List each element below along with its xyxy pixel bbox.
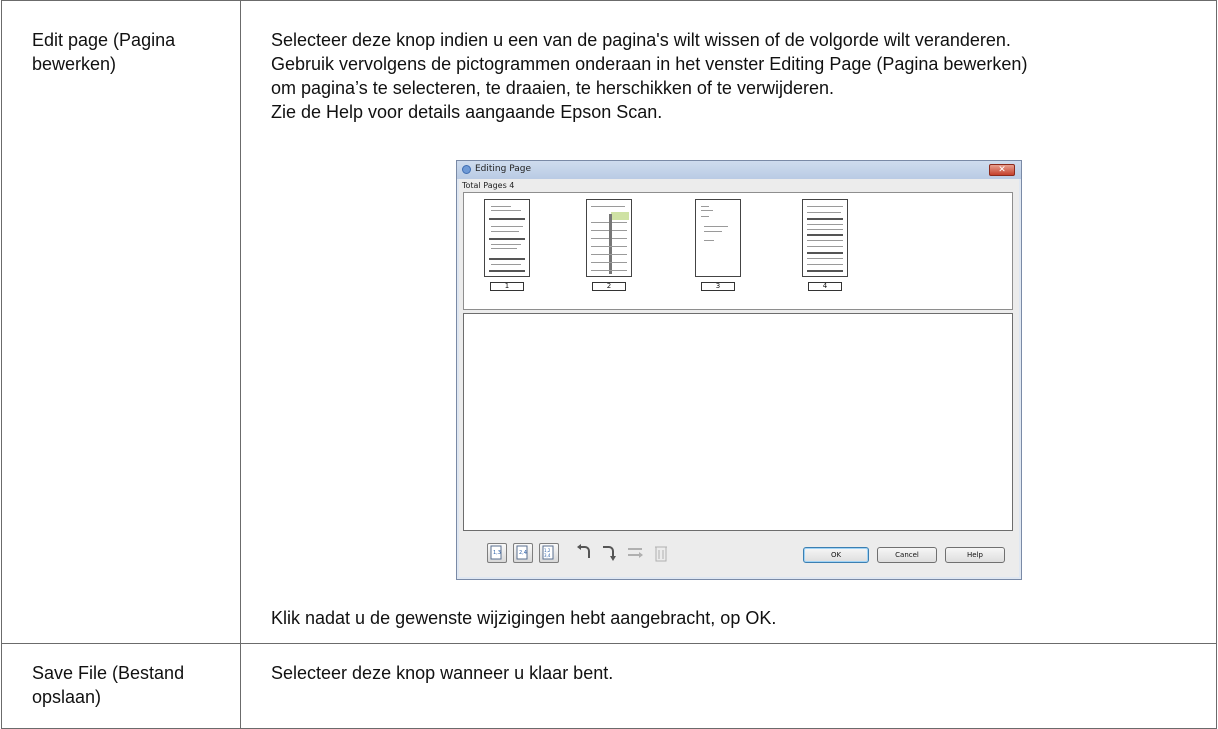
close-icon[interactable]: ✕ xyxy=(989,164,1015,176)
editing-page-dialog: Editing Page ✕ Total Pages 4 1 2 3 4 1,3… xyxy=(456,160,1022,580)
page-thumbnail[interactable]: 4 xyxy=(802,199,848,291)
svg-text:3,4: 3,4 xyxy=(544,553,551,558)
term-line: bewerken) xyxy=(32,54,117,74)
description-cell: Selecteer deze knop wanneer u klaar bent… xyxy=(240,643,1217,729)
description-line: Zie de Help voor details aangaande Epson… xyxy=(271,102,663,122)
select-odd-pages-icon[interactable]: 1,3 xyxy=(487,543,507,563)
ok-button[interactable]: OK xyxy=(803,547,869,563)
select-even-pages-icon[interactable]: 2,4 xyxy=(513,543,533,563)
description-line: Selecteer deze knop wanneer u klaar bent… xyxy=(271,663,614,683)
svg-text:1,3: 1,3 xyxy=(493,550,501,556)
term-cell: Save File (Bestand opslaan) xyxy=(1,643,241,729)
cancel-button[interactable]: Cancel xyxy=(877,547,937,563)
select-all-pages-icon[interactable]: 1,2 3,4 xyxy=(539,543,559,563)
term-line: opslaan) xyxy=(32,687,102,707)
page-number: 4 xyxy=(808,282,842,291)
term-line: Edit page (Pagina xyxy=(32,30,176,50)
app-icon xyxy=(462,165,471,174)
page-number: 3 xyxy=(701,282,735,291)
dialog-title: Editing Page xyxy=(475,164,531,174)
table-row: Save File (Bestand opslaan) Selecteer de… xyxy=(1,643,1217,729)
page-thumbnail[interactable]: 1 xyxy=(484,199,530,291)
page-work-area[interactable] xyxy=(463,313,1013,531)
page-thumbnail[interactable]: 3 xyxy=(695,199,741,291)
term-line: Save File (Bestand xyxy=(32,663,185,683)
page-number: 2 xyxy=(592,282,626,291)
page-preview xyxy=(802,199,848,277)
svg-text:2,4: 2,4 xyxy=(519,550,527,556)
page-thumbnail[interactable]: 2 xyxy=(586,199,632,291)
help-button[interactable]: Help xyxy=(945,547,1005,563)
dialog-body: Total Pages 4 1 2 3 4 1,3 2,4 1,2 3,4 OK… xyxy=(459,179,1019,577)
rotate-right-icon[interactable] xyxy=(599,543,619,563)
delete-page-icon[interactable] xyxy=(651,543,671,563)
page-preview xyxy=(586,199,632,277)
page-preview xyxy=(695,199,741,277)
total-pages-label: Total Pages 4 xyxy=(462,181,515,190)
term-cell: Edit page (Pagina bewerken) xyxy=(1,0,241,644)
rotate-left-icon[interactable] xyxy=(574,543,594,563)
reorder-pages-icon[interactable] xyxy=(625,543,645,563)
page-number: 1 xyxy=(490,282,524,291)
dialog-toolbar: 1,3 2,4 1,2 3,4 OK Cancel Help xyxy=(463,535,1013,571)
dialog-titlebar: Editing Page ✕ xyxy=(457,161,1021,179)
description-line: om pagina’s te selecteren, te draaien, t… xyxy=(271,78,834,98)
thumbnail-panel: 1 2 3 4 xyxy=(463,192,1013,310)
description-line: Selecteer deze knop indien u een van de … xyxy=(271,30,1011,50)
page-preview xyxy=(484,199,530,277)
description-line: Gebruik vervolgens de pictogrammen onder… xyxy=(271,54,1028,74)
after-figure-text: Klik nadat u de gewenste wijzigingen heb… xyxy=(271,608,777,628)
